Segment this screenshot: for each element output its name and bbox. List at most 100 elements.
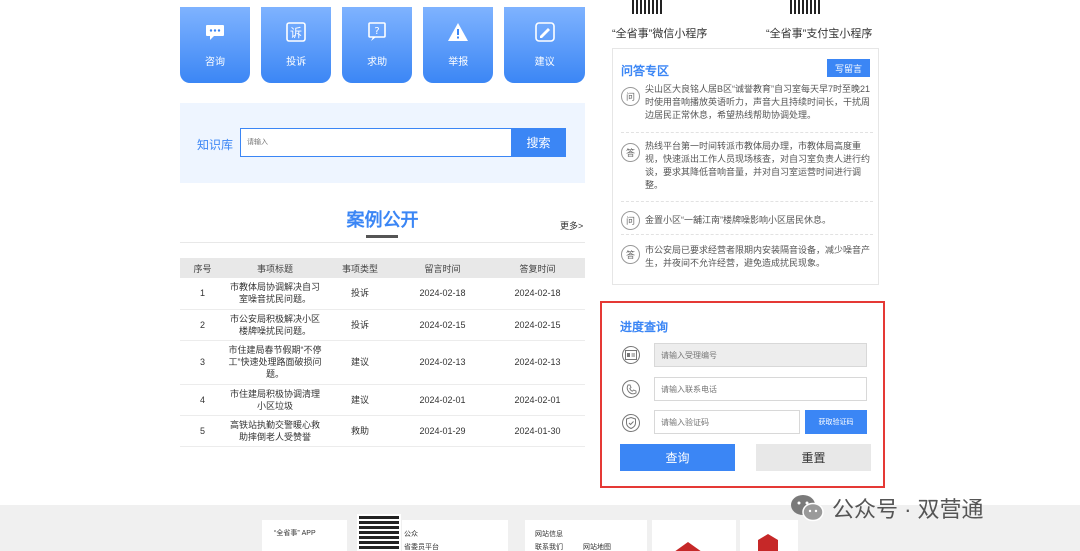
footer-badge-box-2 [740,520,798,551]
service-tiles: 咨询 诉 投诉 ? 求助 举报 建议 [180,7,586,83]
page: 咨询 诉 投诉 ? 求助 举报 建议 知识库 请输入 搜索 案例公开 更多> 序… [0,0,1080,551]
knowledge-search-button[interactable]: 搜索 [511,128,566,157]
answer-badge-icon: 答 [621,143,640,162]
emblem-icon [758,534,778,551]
reset-button[interactable]: 重置 [756,444,871,471]
cases-title-underline [366,235,398,238]
cases-table: 序号 事项标题 事项类型 留言时间 答复时间 1 市教体局协调解决自习室噪音扰民… [180,258,585,447]
cell-title[interactable]: 高铁站执勤交警暖心救助摔倒老人受赞誉 [225,415,325,447]
footer-site-info-box: 网站信息 联系我们 网站地图 [525,520,647,551]
footer-box2-line1: 公众 [404,531,418,538]
footer-contact-link[interactable]: 联系我们 [535,542,563,551]
id-card-icon [622,346,640,364]
complaint-icon: 诉 [285,21,307,43]
svg-text:?: ? [375,26,380,37]
tile-label: 建议 [534,57,555,68]
cell-created: 2024-01-29 [395,415,490,447]
phone-icon [622,380,640,398]
get-code-button[interactable]: 获取验证码 [805,410,867,434]
verification-code-input[interactable] [654,410,800,434]
watermark-text: 公众号 · 双营通 [832,497,984,522]
cell-no: 3 [180,340,225,385]
wechat-mini-program-label: “全省事”微信小程序 [612,28,708,40]
table-row[interactable]: 3 市住建局春节假期“不停工”快速处理路面破损问题。 建议 2024-02-13… [180,340,585,385]
col-header-type: 事项类型 [325,258,395,278]
table-row[interactable]: 4 市住建局积极协调清理小区垃圾 建议 2024-02-01 2024-02-0… [180,384,585,416]
knowledge-label: 知识库 [197,138,234,152]
cell-replied: 2024-01-30 [490,415,585,447]
footer-site-info-title: 网站信息 [535,531,563,538]
tile-label: 求助 [367,57,388,68]
cell-title[interactable]: 市公安局积极解决小区楼牌噪扰民问题。 [225,309,325,341]
table-row[interactable]: 5 高铁站执勤交警暖心救助摔倒老人受赞誉 救助 2024-01-29 2024-… [180,415,585,447]
cell-created: 2024-02-01 [395,384,490,416]
table-row[interactable]: 1 市教体局协调解决自习室噪音扰民问题。 投诉 2024-02-18 2024-… [180,278,585,310]
suggestion-icon [534,21,556,43]
tile-report[interactable]: 举报 [423,7,494,83]
qa-title: 问答专区 [621,64,670,78]
col-header-created: 留言时间 [395,258,490,278]
acceptance-number-input[interactable] [654,343,867,367]
cell-created: 2024-02-18 [395,278,490,310]
wechat-icon [790,494,824,522]
tile-suggest[interactable]: 建议 [504,7,586,83]
qa-text: 热线平台第一时间转派市教体局办理，市教体局高度重视，快速派出工作人员现场核查，对… [645,141,871,190]
phone-input[interactable] [654,377,867,401]
qa-answer: 答 市公安局已要求经营者限期内安装隔音设备，减少噪音产生，并夜间不允许经营，避免… [621,241,873,277]
col-header-no: 序号 [180,258,225,278]
shield-icon [622,414,640,432]
cell-no: 2 [180,309,225,341]
cell-replied: 2024-02-01 [490,384,585,416]
cell-replied: 2024-02-18 [490,278,585,310]
progress-title: 进度查询 [620,320,669,334]
knowledge-search: 知识库 搜索 [180,103,585,183]
write-message-button[interactable]: 写留言 [827,59,870,77]
tile-complaint[interactable]: 诉 投诉 [261,7,332,83]
footer-box2-line2: 省委员平台 [404,544,439,551]
col-header-replied: 答复时间 [490,258,585,278]
tile-label: 咨询 [205,57,226,68]
progress-query-panel: 进度查询 获取验证码 查询 重置 [600,301,885,488]
qa-question[interactable]: 问 金置小区“一舖江南”楼牌噪影响小区居民休息。 [621,207,873,235]
cell-no: 5 [180,415,225,447]
qa-text: 尖山区大良铭人居B区“诚誉教育”自习室每天早7时至晚21时使用音响播放英语听力，… [645,84,871,120]
cases-more-link[interactable]: 更多> [560,219,583,232]
cell-title[interactable]: 市教体局协调解决自习室噪音扰民问题。 [225,278,325,310]
tile-help[interactable]: ? 求助 [342,7,413,83]
question-badge-icon: 问 [621,87,640,106]
warning-icon [447,21,469,43]
cell-replied: 2024-02-13 [490,340,585,385]
answer-badge-icon: 答 [621,245,640,264]
tile-label: 投诉 [286,57,307,68]
footer-app-box: “全省事” APP [262,520,347,551]
footer-app-label: “全省事” APP [274,530,316,537]
tile-label: 举报 [448,57,469,68]
cell-type: 建议 [325,340,395,385]
qa-answer: 答 热线平台第一时间转派市教体局办理，市教体局高度重视，快速派出工作人员现场核查… [621,137,873,202]
qa-panel: 问答专区 写留言 问 尖山区大良铭人居B区“诚誉教育”自习室每天早7时至晚21时… [612,48,879,285]
knowledge-search-input[interactable] [240,128,512,157]
tile-consult[interactable]: 咨询 [180,7,251,83]
cell-type: 投诉 [325,309,395,341]
chat-bubble-icon [204,21,226,43]
qa-question[interactable]: 问 尖山区大良铭人居B区“诚誉教育”自习室每天早7时至晚21时使用音响播放英语听… [621,83,873,133]
footer-sitemap-link[interactable]: 网站地图 [583,542,611,551]
alipay-qr-code [790,0,822,14]
query-button[interactable]: 查询 [620,444,735,471]
cell-title[interactable]: 市住建局春节假期“不停工”快速处理路面破损问题。 [225,340,325,385]
cell-title[interactable]: 市住建局积极协调清理小区垃圾 [225,384,325,416]
footer-badge-box [652,520,736,551]
svg-text:诉: 诉 [290,26,302,40]
cell-type: 投诉 [325,278,395,310]
table-row[interactable]: 2 市公安局积极解决小区楼牌噪扰民问题。 投诉 2024-02-15 2024-… [180,309,585,341]
cell-no: 1 [180,278,225,310]
cell-created: 2024-02-13 [395,340,490,385]
help-icon: ? [366,21,388,43]
question-badge-icon: 问 [621,211,640,230]
cell-created: 2024-02-15 [395,309,490,341]
footer-platform-box: 公众 省委员平台 [402,520,508,551]
cell-type: 救助 [325,415,395,447]
government-emblem-icon [675,542,701,551]
footer-qr-code [357,514,401,551]
wechat-qr-code [632,0,664,14]
